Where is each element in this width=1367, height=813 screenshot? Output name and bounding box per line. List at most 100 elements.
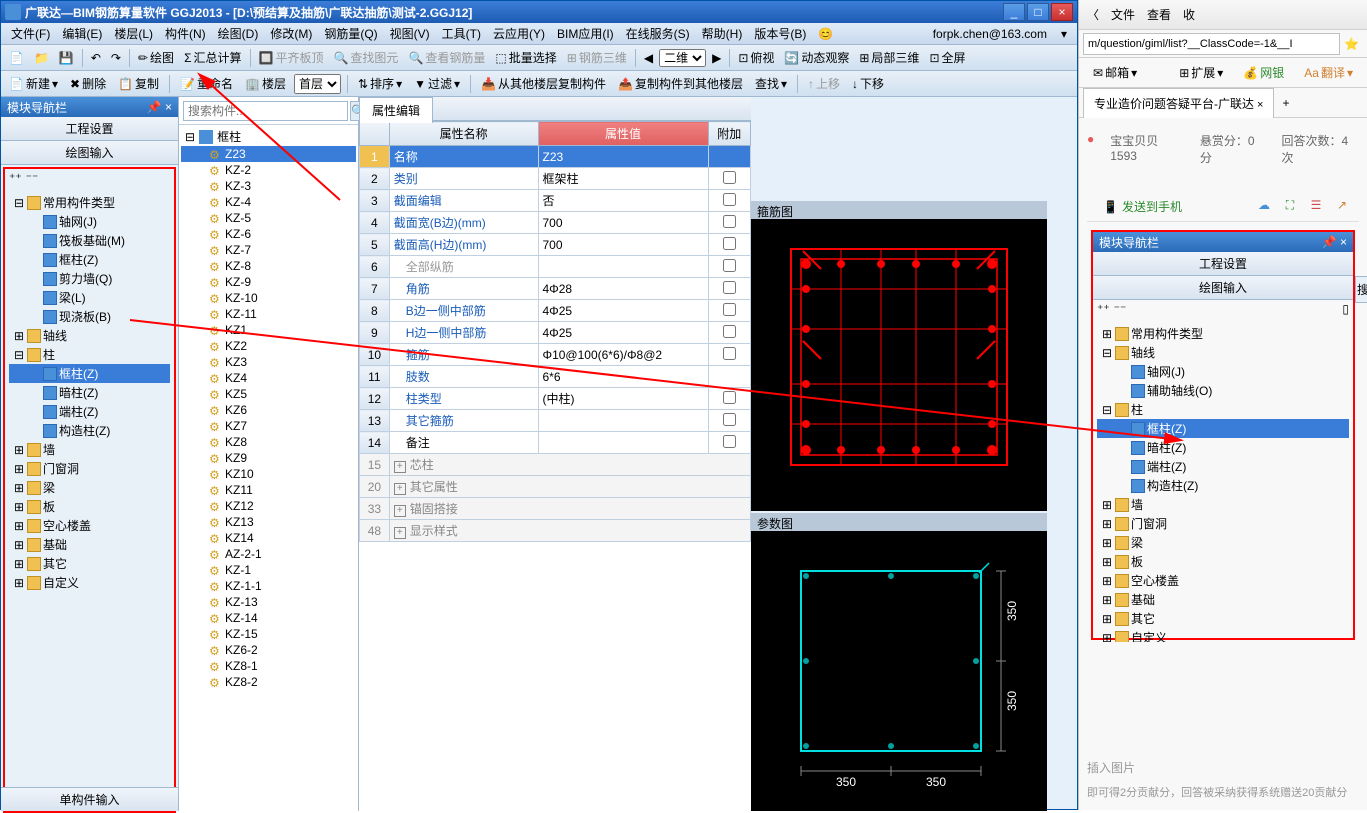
prop-val[interactable]: 700 xyxy=(538,234,708,256)
fullscreen-button[interactable]: ⊡ 全屏 xyxy=(925,47,969,68)
comp-item[interactable]: ⚙ KZ1 xyxy=(181,322,356,338)
expand-icon[interactable]: ⊞ xyxy=(1101,327,1113,341)
prop-val[interactable]: Φ10@100(6*6)/Φ8@2 xyxy=(538,344,708,366)
comp-item[interactable]: ⚙ KZ8-2 xyxy=(181,674,356,690)
tree-item[interactable]: 框柱(Z) xyxy=(1097,419,1349,438)
menu-cloud[interactable]: 云应用(Y) xyxy=(487,23,551,44)
comp-item[interactable]: ⚙ KZ6 xyxy=(181,402,356,418)
prop-val[interactable]: 4Φ25 xyxy=(538,322,708,344)
comp-item[interactable]: ⚙ AZ-2-1 xyxy=(181,546,356,562)
expand-icon[interactable]: ⊟ xyxy=(1101,403,1113,417)
prop-val[interactable]: 否 xyxy=(538,190,708,212)
expand-icon[interactable]: ⊞ xyxy=(13,329,25,343)
tree-item[interactable]: 现浇板(B) xyxy=(9,307,170,326)
tree-item[interactable]: ⊞门窗洞 xyxy=(1097,514,1349,533)
nav-prev-icon[interactable]: ◀ xyxy=(640,49,657,67)
tree-item[interactable]: 端柱(Z) xyxy=(1097,457,1349,476)
list-icon[interactable]: ☰ xyxy=(1307,198,1325,216)
menu-bim[interactable]: BIM应用(I) xyxy=(551,23,620,44)
prop-row[interactable]: 33+锚固搭接 xyxy=(360,498,751,520)
tree-item[interactable]: ⊞门窗洞 xyxy=(9,459,170,478)
prop-val[interactable] xyxy=(538,256,708,278)
expand-icon[interactable]: ⊞ xyxy=(13,519,25,533)
copy-button[interactable]: 📋 复制 xyxy=(114,73,163,94)
prop-row[interactable]: 8B边一侧中部筋4Φ25 xyxy=(360,300,751,322)
prop-check[interactable] xyxy=(708,410,751,432)
post-user[interactable]: 宝宝贝贝1593 xyxy=(1110,132,1184,166)
menu-rebar[interactable]: 钢筋量(Q) xyxy=(318,23,383,44)
expand-icon[interactable]: ⊞ xyxy=(1101,593,1113,607)
comp-item[interactable]: ⚙ Z23 xyxy=(181,146,356,162)
prop-val[interactable]: 4Φ28 xyxy=(538,278,708,300)
comp-item[interactable]: ⚙ KZ-9 xyxy=(181,274,356,290)
expand-icon[interactable]: ⊞ xyxy=(1101,536,1113,550)
expand-icon[interactable]: ⊞ xyxy=(1101,612,1113,626)
tree-item[interactable]: ⊞空心楼盖 xyxy=(1097,571,1349,590)
tree-item[interactable]: ⊟轴线 xyxy=(1097,343,1349,362)
new-tab-button[interactable]: + xyxy=(1274,92,1297,114)
prop-val[interactable]: (中柱) xyxy=(538,388,708,410)
comp-item[interactable]: ⚙ KZ8-1 xyxy=(181,658,356,674)
tree-item[interactable]: ⊟常用构件类型 xyxy=(9,193,170,212)
prop-row[interactable]: 1名称Z23 xyxy=(360,146,751,168)
align-slab-button[interactable]: 🔲 平齐板顶 xyxy=(255,47,328,68)
copy-to-floor-button[interactable]: 📤 复制构件到其他楼层 xyxy=(614,73,747,94)
expand-all-icon[interactable]: ⁺⁺ xyxy=(9,171,22,189)
right-tab-draw[interactable]: 绘图输入 xyxy=(1093,276,1353,300)
expand-icon[interactable]: ⊞ xyxy=(13,557,25,571)
stirrup-diagram-canvas[interactable] xyxy=(751,219,1047,511)
sum-button[interactable]: Σ 汇总计算 xyxy=(180,47,245,68)
orbit-button[interactable]: 🔄 动态观察 xyxy=(780,47,853,68)
parameter-diagram-canvas[interactable]: 350 350 350 350 xyxy=(751,531,1047,811)
expand-icon[interactable]: ⊞ xyxy=(13,443,25,457)
filter-button[interactable]: ▼ 过滤 ▾ xyxy=(410,73,464,94)
close-button[interactable]: × xyxy=(1051,3,1073,21)
top-view-button[interactable]: ⊡ 俯视 xyxy=(734,47,778,68)
comp-item[interactable]: ⚙ KZ-6 xyxy=(181,226,356,242)
right-tab-project[interactable]: 工程设置 xyxy=(1093,252,1353,276)
prop-check[interactable] xyxy=(708,234,751,256)
right-extra-icon[interactable]: ▯ xyxy=(1342,302,1349,320)
prop-row[interactable]: 12柱类型(中柱) xyxy=(360,388,751,410)
open-icon[interactable]: 📁 xyxy=(30,49,53,67)
expand-icon[interactable]: ⊟ xyxy=(13,348,25,362)
expand-icon[interactable]: + xyxy=(394,461,406,473)
undo-icon[interactable]: ↶ xyxy=(87,49,105,67)
expand-icon[interactable]: + xyxy=(394,505,406,517)
tree-item[interactable]: ⊞基础 xyxy=(9,535,170,554)
expand-icon[interactable]: ⊞ xyxy=(13,500,25,514)
floor-select[interactable]: 首层 xyxy=(294,74,341,94)
expand-icon[interactable]: ⊞ xyxy=(13,538,25,552)
expand-icon[interactable]: + xyxy=(394,527,406,539)
expand-icon[interactable]: ⊞ xyxy=(1101,555,1113,569)
browser-menu-view[interactable]: 查看 xyxy=(1147,6,1171,23)
prop-row[interactable]: 11肢数6*6 xyxy=(360,366,751,388)
browser-menu-file[interactable]: 文件 xyxy=(1111,6,1135,23)
minimize-button[interactable]: _ xyxy=(1003,3,1025,21)
tree-item[interactable]: 剪力墙(Q) xyxy=(9,269,170,288)
insert-pic-link[interactable]: 插入图片 xyxy=(1087,751,1359,784)
tree-item[interactable]: ⊞空心楼盖 xyxy=(9,516,170,535)
comp-item[interactable]: ⚙ KZ-1-1 xyxy=(181,578,356,594)
prop-row[interactable]: 10箍筋Φ10@100(6*6)/Φ8@2 xyxy=(360,344,751,366)
menu-floor[interactable]: 楼层(L) xyxy=(108,23,159,44)
expand-icon[interactable]: ⊞ xyxy=(1101,517,1113,531)
comp-item[interactable]: ⚙ KZ8 xyxy=(181,434,356,450)
right-collapse-icon[interactable]: ⁻⁻ xyxy=(1114,302,1127,320)
prop-val[interactable] xyxy=(538,432,708,454)
prop-row[interactable]: 5截面高(H边)(mm)700 xyxy=(360,234,751,256)
prop-row[interactable]: 2类别框架柱 xyxy=(360,168,751,190)
rename-button[interactable]: 📝 重命名 xyxy=(176,73,237,94)
comp-item[interactable]: ⚙ KZ13 xyxy=(181,514,356,530)
menu-version[interactable]: 版本号(B) xyxy=(748,23,812,44)
prop-row[interactable]: 7角筋4Φ28 xyxy=(360,278,751,300)
prop-row[interactable]: 13其它箍筋 xyxy=(360,410,751,432)
prop-check[interactable] xyxy=(708,344,751,366)
tree-item[interactable]: ⊞墙 xyxy=(9,440,170,459)
prop-row[interactable]: 3截面编辑否 xyxy=(360,190,751,212)
menu-file[interactable]: 文件(F) xyxy=(5,23,56,44)
prop-val[interactable]: 700 xyxy=(538,212,708,234)
browser-nav-back-icon[interactable]: 〈 xyxy=(1087,6,1099,23)
prop-check[interactable] xyxy=(708,388,751,410)
sort-button[interactable]: ⇅ 排序 ▾ xyxy=(354,73,406,94)
